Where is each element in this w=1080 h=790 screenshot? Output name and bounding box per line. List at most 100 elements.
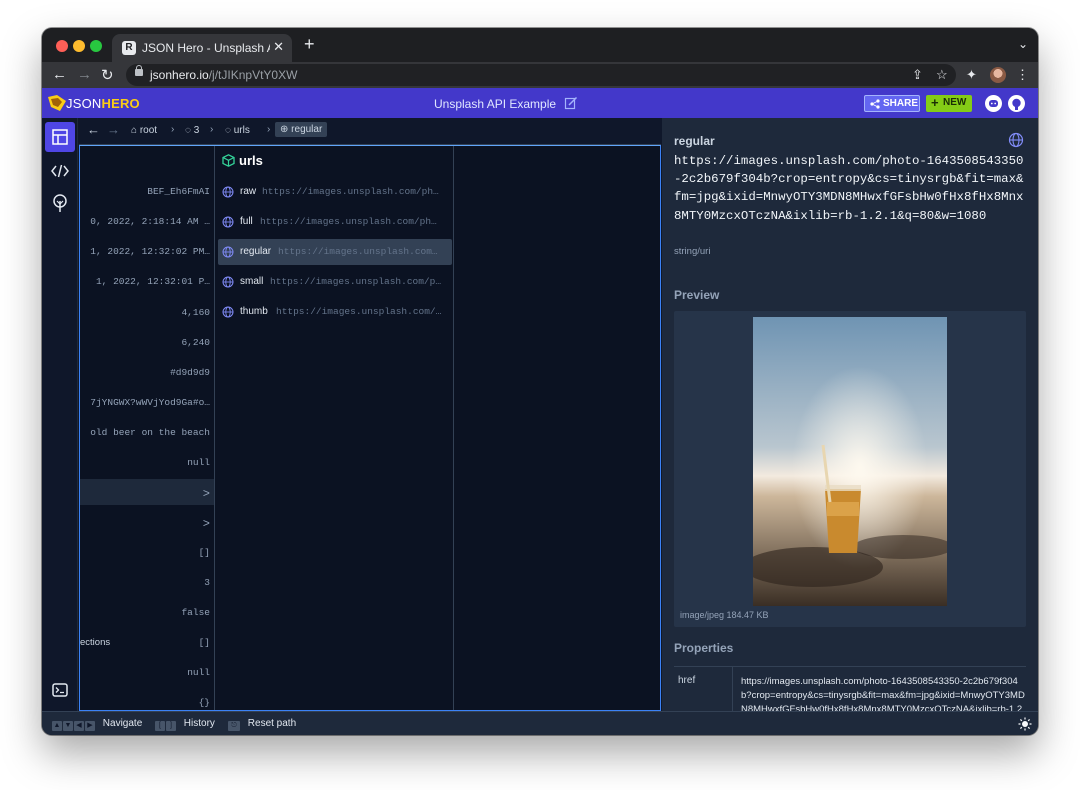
favicon-icon: R <box>122 41 136 55</box>
status-bar: ▲ ▼ ◀ ▶ Navigate [] History ⎋ Reset path <box>42 711 1038 735</box>
new-button[interactable]: + NEW <box>926 95 972 112</box>
column-value[interactable]: {} <box>199 697 210 708</box>
breadcrumb-index[interactable]: ◌ 3 <box>185 125 199 136</box>
history-forward-icon[interactable]: → <box>107 122 120 137</box>
item-key: small <box>240 276 264 287</box>
column-value[interactable]: [] <box>199 637 210 648</box>
bracket-key-icon: [ <box>155 721 165 731</box>
globe-icon[interactable] <box>1008 132 1024 148</box>
browser-tab[interactable]: R JSON Hero - Unsplash API Exa ✕ <box>112 34 292 62</box>
discord-icon[interactable] <box>985 95 1002 112</box>
chevron-right-icon[interactable]: > <box>203 487 210 501</box>
column-value[interactable]: null <box>187 667 210 678</box>
item-value: https://images.unsplash.com/ph… <box>260 216 437 227</box>
value-type: string/uri <box>674 246 711 257</box>
browser-menu-icon[interactable]: ⋮ <box>1016 67 1029 83</box>
bookmark-star-icon[interactable]: ☆ <box>936 67 948 83</box>
column-value[interactable]: 3 <box>204 577 210 588</box>
terminal-icon <box>52 683 68 697</box>
list-item[interactable]: thumb https://images.unsplash.com/… <box>218 299 452 325</box>
share-button[interactable]: SHARE <box>864 95 920 112</box>
globe-icon <box>222 246 234 258</box>
selected-value[interactable]: https://images.unsplash.com/photo-164350… <box>674 152 1030 225</box>
column-key[interactable]: ections <box>80 637 110 648</box>
maximize-window-button[interactable] <box>90 40 102 52</box>
chevron-right-icon: › <box>210 124 214 135</box>
list-item[interactable]: full https://images.unsplash.com/ph… <box>218 209 452 235</box>
column-title: urls <box>222 153 263 168</box>
minimize-window-button[interactable] <box>73 40 85 52</box>
preview-heading: Preview <box>674 288 720 302</box>
property-divider <box>732 667 733 711</box>
property-key: href <box>678 675 696 686</box>
theme-toggle-icon[interactable] <box>1018 717 1032 731</box>
arrow-left-key-icon: ◀ <box>74 721 84 731</box>
reset-path-shortcut[interactable]: ⎋ Reset path <box>228 718 296 731</box>
github-icon[interactable] <box>1008 95 1025 112</box>
app-header: JSONHERO Unsplash API Example SHARE + NE… <box>42 88 1038 118</box>
close-window-button[interactable] <box>56 40 68 52</box>
extensions-icon[interactable]: ✦ <box>966 67 977 83</box>
column-value[interactable]: 4,160 <box>181 307 210 318</box>
chevron-right-icon: › <box>267 124 271 135</box>
column-value[interactable]: 6,240 <box>181 337 210 348</box>
preview-meta: image/jpeg 184.47 KB <box>680 610 769 620</box>
edit-icon[interactable] <box>564 96 578 110</box>
history-shortcut[interactable]: [] History <box>155 718 215 731</box>
chevron-down-icon[interactable]: ⌄ <box>1018 37 1028 51</box>
side-rail <box>42 118 78 711</box>
properties-table: href https://images.unsplash.com/photo-1… <box>674 666 1026 711</box>
breadcrumb-root[interactable]: ⌂ root <box>131 125 157 136</box>
column-value[interactable]: 7jYNGWX?wWVjYod9Ga#o… <box>90 397 210 408</box>
column-view: BEF_Eh6FmAI 0, 2022, 2:18:14 AM … 1, 202… <box>79 145 661 711</box>
item-value: https://images.unsplash.com/p… <box>270 276 442 287</box>
new-tab-button[interactable]: + <box>304 34 315 55</box>
column-value[interactable]: 1, 2022, 12:32:02 PM… <box>90 246 210 257</box>
parent-column: BEF_Eh6FmAI 0, 2022, 2:18:14 AM … 1, 202… <box>80 146 215 710</box>
preview-image[interactable] <box>753 317 947 606</box>
forward-arrow-icon[interactable]: → <box>77 66 92 83</box>
column-value[interactable]: 0, 2022, 2:18:14 AM … <box>90 216 210 227</box>
avatar[interactable] <box>990 67 1006 83</box>
breadcrumb-regular[interactable]: ⊕ regular <box>275 122 328 137</box>
item-key: raw <box>240 186 257 197</box>
reload-icon[interactable]: ↻ <box>101 66 114 84</box>
close-tab-icon[interactable]: ✕ <box>273 39 284 55</box>
share-page-icon[interactable]: ⇪ <box>912 67 923 83</box>
back-arrow-icon[interactable]: ← <box>52 66 67 83</box>
history-back-icon[interactable]: ← <box>87 122 100 137</box>
chevron-right-icon[interactable]: > <box>203 517 210 531</box>
info-panel: regular https://images.unsplash.com/phot… <box>662 118 1038 711</box>
document-title[interactable]: Unsplash API Example <box>434 97 556 111</box>
property-value[interactable]: https://images.unsplash.com/photo-164350… <box>741 675 1025 711</box>
globe-icon <box>222 276 234 288</box>
column-value[interactable]: null <box>187 457 210 468</box>
column-value[interactable]: BEF_Eh6FmAI <box>147 186 210 197</box>
item-key: regular <box>240 246 272 257</box>
selected-key-title: regular <box>674 134 715 148</box>
item-value: https://images.unsplash.com/… <box>276 306 442 317</box>
column-value[interactable]: [] <box>199 547 210 558</box>
list-item-selected[interactable]: regular https://images.unsplash.com… <box>218 239 452 265</box>
breadcrumb-urls[interactable]: ◌ urls <box>225 125 250 136</box>
editor-view-button[interactable] <box>45 156 75 186</box>
globe-icon <box>222 306 234 318</box>
app-logo[interactable]: JSONHERO <box>66 96 140 111</box>
address-input[interactable]: jsonhero.io/j/tJIKnpVtY0XW <box>126 64 956 86</box>
column-value[interactable]: false <box>181 607 210 618</box>
item-key: thumb <box>240 306 268 317</box>
navigate-shortcut[interactable]: ▲ ▼ ◀ ▶ Navigate <box>52 718 142 731</box>
list-item[interactable]: raw https://images.unsplash.com/ph… <box>218 179 452 205</box>
globe-icon <box>222 216 234 228</box>
column-value[interactable]: old beer on the beach <box>90 427 210 438</box>
escape-key-icon: ⎋ <box>228 721 240 731</box>
list-item[interactable]: small https://images.unsplash.com/p… <box>218 269 452 295</box>
column-value[interactable]: 1, 2022, 12:32:01 P… <box>96 276 210 287</box>
globe-icon: ⊕ <box>280 124 292 135</box>
tree-view-button[interactable] <box>45 189 75 219</box>
chevron-right-icon: › <box>171 124 175 135</box>
layout-icon <box>52 129 68 145</box>
column-view-button[interactable] <box>45 122 75 152</box>
column-value[interactable]: #d9d9d9 <box>170 367 210 378</box>
terminal-button[interactable] <box>45 675 75 705</box>
